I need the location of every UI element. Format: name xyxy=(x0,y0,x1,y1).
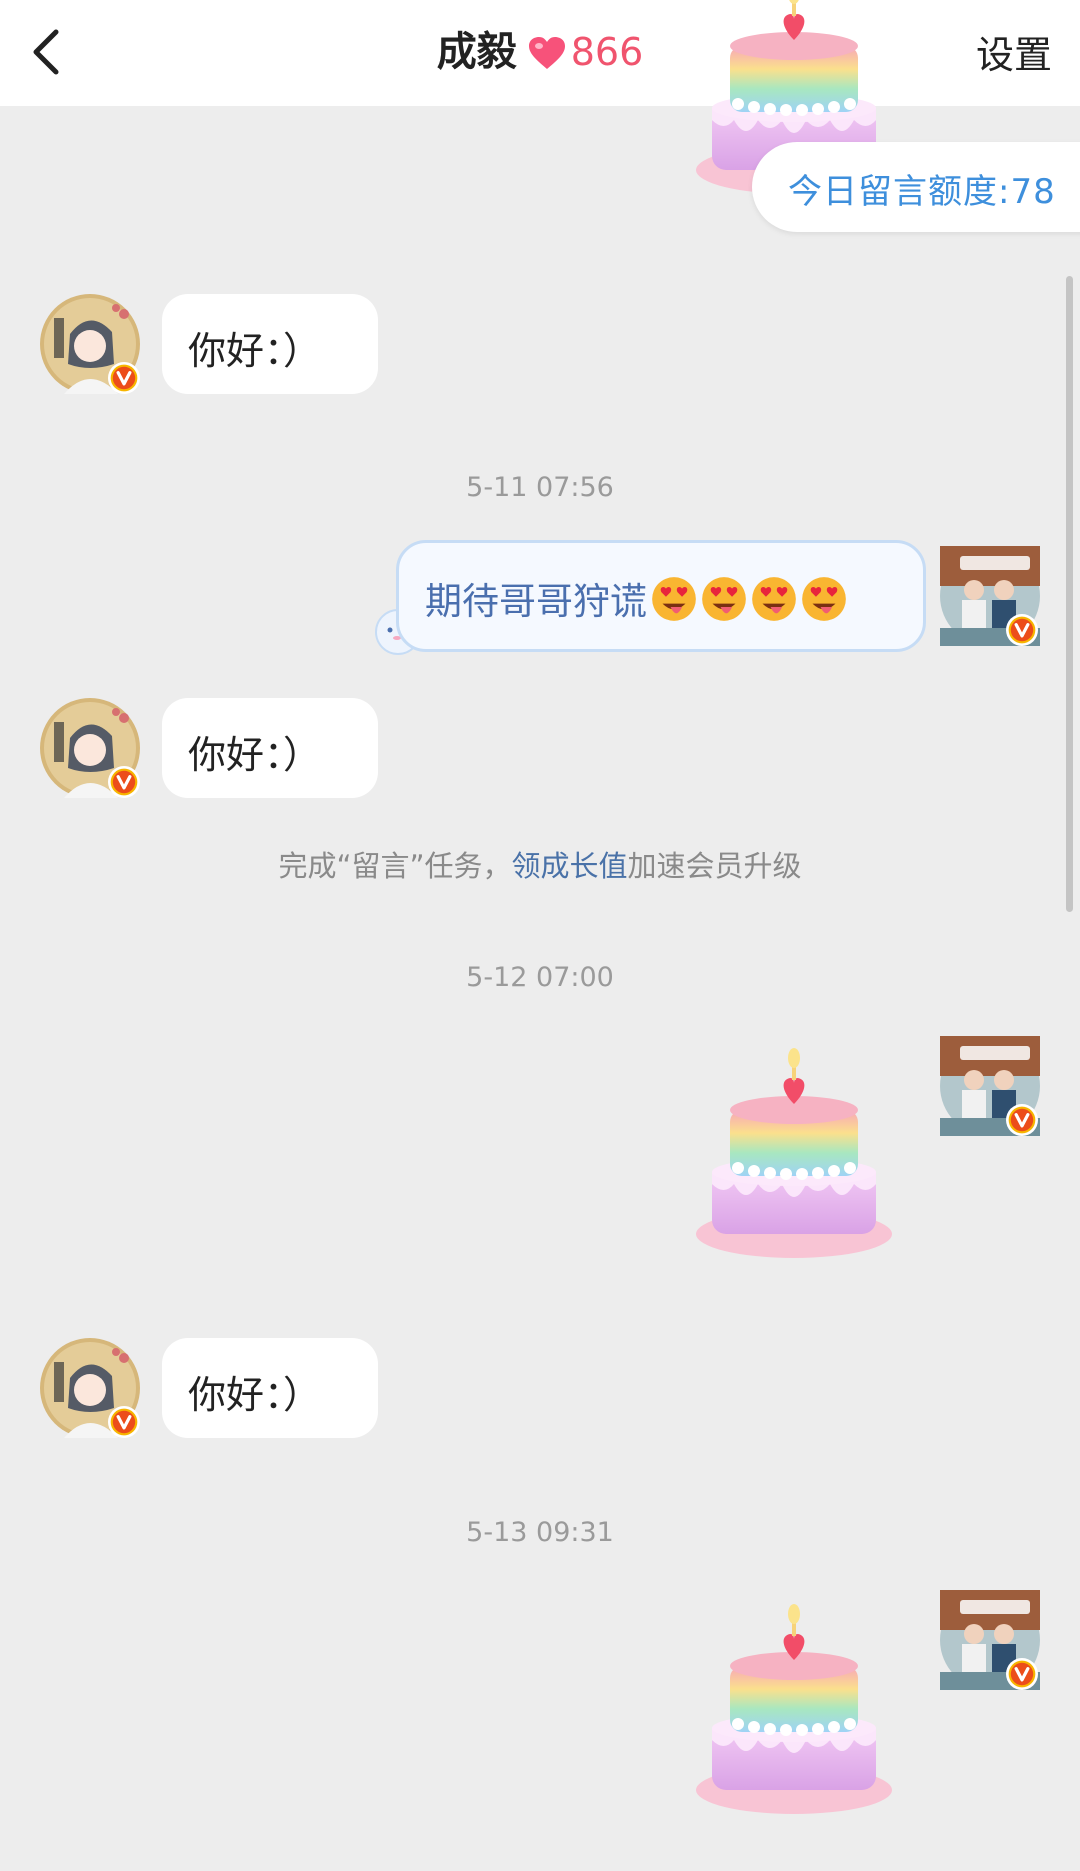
message-text: 你好：） xyxy=(188,733,322,777)
message-text: 你好：） xyxy=(188,329,322,373)
top-bar: 成毅 866 设置 xyxy=(0,0,1080,106)
birthday-cake-sticker[interactable] xyxy=(692,1044,896,1264)
verified-badge-icon xyxy=(1006,1658,1038,1690)
birthday-cake-sticker[interactable] xyxy=(692,1600,896,1820)
tip-text-after: 加速会员升级 xyxy=(627,849,802,883)
incoming-message-bubble[interactable]: 你好：） xyxy=(162,294,378,394)
message-quota-pill[interactable]: 今日留言额度:78 xyxy=(752,142,1080,232)
quota-label: 今日留言额度:78 xyxy=(788,172,1056,212)
growth-value-link[interactable]: 领成长值 xyxy=(512,849,628,883)
incoming-message-bubble[interactable]: 你好：） xyxy=(162,698,378,798)
verified-badge-icon xyxy=(1006,1104,1038,1136)
heart-icon xyxy=(528,28,565,88)
message-text: 期待哥哥狩谎 xyxy=(425,580,647,623)
verified-badge-icon xyxy=(1006,614,1038,646)
timestamp: 5-11 07:56 xyxy=(466,472,614,503)
scrollbar[interactable] xyxy=(1066,276,1073,912)
settings-button[interactable]: 设置 xyxy=(976,28,1052,82)
chat-title[interactable]: 成毅 866 xyxy=(0,22,1080,88)
incoming-message-bubble[interactable]: 你好：） xyxy=(162,1338,378,1438)
intimacy-value: 866 xyxy=(570,30,644,74)
heart-eyes-tongue-emoji xyxy=(651,576,697,622)
verified-badge-icon xyxy=(108,766,140,798)
heart-eyes-tongue-emoji xyxy=(801,576,847,622)
outgoing-message-bubble[interactable]: 期待哥哥狩谎 xyxy=(396,540,926,652)
system-tip: 完成“留言”任务，领成长值加速会员升级 xyxy=(0,843,1080,885)
heart-eyes-tongue-emoji xyxy=(701,576,747,622)
tip-text-before: 完成“留言”任务， xyxy=(278,849,512,883)
verified-badge-icon xyxy=(108,362,140,394)
timestamp: 5-13 09:31 xyxy=(466,1517,614,1548)
timestamp: 5-12 07:00 xyxy=(466,962,614,993)
heart-eyes-tongue-emoji xyxy=(751,576,797,622)
contact-name: 成毅 xyxy=(436,29,517,75)
verified-badge-icon xyxy=(108,1406,140,1438)
message-text: 你好：） xyxy=(188,1373,322,1417)
